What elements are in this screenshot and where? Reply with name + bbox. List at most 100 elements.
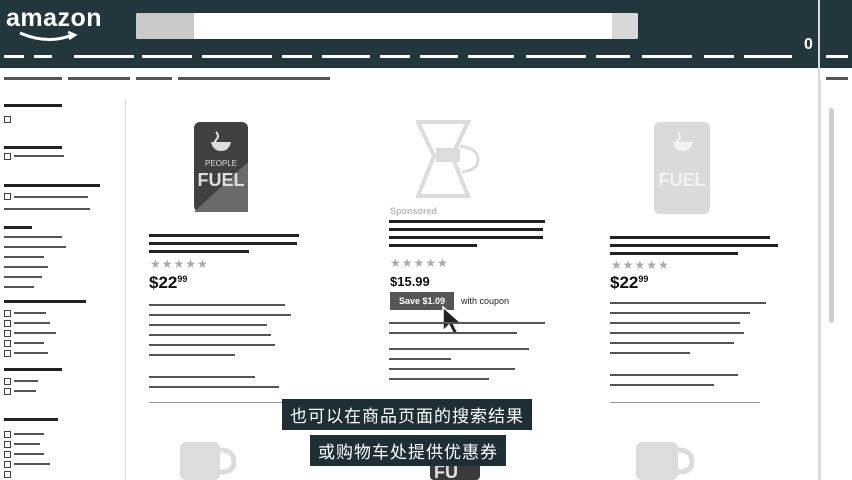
filter-option-label: [14, 352, 48, 354]
filter-option-label: [14, 342, 44, 344]
product-detail-line: [610, 374, 738, 376]
filter-option-label: [14, 433, 44, 435]
product-detail-line: [610, 352, 690, 354]
product-detail-line: [610, 312, 750, 314]
filter-heading: [4, 368, 62, 371]
people-fuel-bag-image[interactable]: PEOPLE FUEL: [194, 122, 248, 212]
subtitle-line-1: 也可以在商品页面的搜索结果: [282, 399, 532, 430]
product-title-line[interactable]: [389, 220, 545, 223]
filter-checkbox[interactable]: [4, 378, 11, 385]
filter-checkbox[interactable]: [4, 153, 11, 160]
card-separator: [610, 402, 760, 403]
nav-item[interactable]: [142, 55, 192, 58]
filter-option-label: [4, 286, 34, 288]
subnav-item[interactable]: [68, 77, 130, 80]
subnav-item[interactable]: [4, 77, 62, 80]
filter-checkbox[interactable]: [4, 340, 11, 347]
nav-item[interactable]: [322, 55, 370, 58]
page: amazon 0 PEOPLE FUEL ★★★★★ $2299 Sponsor…: [0, 0, 852, 480]
product-detail-line: [389, 348, 529, 350]
filter-heading: [4, 300, 86, 303]
product-title-line[interactable]: [610, 236, 770, 239]
filter-option-label: [4, 208, 90, 210]
filter-heading: [4, 146, 62, 149]
filter-option-label: [14, 196, 88, 198]
mug-image[interactable]: [630, 436, 694, 480]
filter-checkbox[interactable]: [4, 388, 11, 395]
product-image-label: PEOPLE: [205, 159, 237, 168]
card-separator: [149, 402, 289, 403]
product-title-line[interactable]: [389, 244, 477, 247]
product-price: $15.99: [390, 274, 430, 289]
filter-option-label: [4, 236, 62, 238]
product-detail-line: [389, 358, 451, 360]
product-title-line[interactable]: [149, 242, 297, 245]
subnav-item[interactable]: [178, 77, 330, 80]
nav-item[interactable]: [826, 55, 848, 58]
filter-checkbox[interactable]: [4, 431, 11, 438]
coupon-label: with coupon: [461, 296, 510, 306]
product-image-label: FUEL: [659, 170, 706, 190]
rating-stars[interactable]: ★★★★★: [150, 257, 209, 271]
search-button[interactable]: [612, 13, 638, 39]
scrollbar-thumb[interactable]: [829, 108, 834, 323]
product-title-line[interactable]: [610, 252, 738, 255]
filter-checkbox[interactable]: [4, 193, 11, 200]
pour-over-coffee-maker-image[interactable]: [416, 120, 486, 200]
nav-item[interactable]: [420, 55, 458, 58]
nav-item[interactable]: [74, 55, 134, 58]
nav-item[interactable]: [380, 55, 410, 58]
filter-option-label: [14, 312, 46, 314]
subnav-item[interactable]: [136, 77, 172, 80]
product-detail-line: [149, 324, 267, 326]
nav-item[interactable]: [202, 55, 272, 58]
filter-option-label: [4, 256, 44, 258]
nav-item[interactable]: [704, 55, 734, 58]
price-dollars: $22: [149, 273, 178, 292]
product-detail-line: [389, 332, 517, 334]
filter-checkbox[interactable]: [4, 461, 11, 468]
filter-checkbox[interactable]: [4, 330, 11, 337]
nav-item[interactable]: [468, 55, 514, 58]
filter-option-label: [14, 155, 64, 157]
nav-item[interactable]: [596, 55, 630, 58]
filter-option-label: [14, 390, 36, 392]
filter-checkbox[interactable]: [4, 116, 11, 123]
search-category-dropdown[interactable]: [136, 13, 194, 39]
subnav-item[interactable]: [826, 77, 848, 80]
nav-item[interactable]: [744, 55, 792, 58]
amazon-logo[interactable]: amazon: [6, 4, 102, 33]
search-bar[interactable]: [136, 13, 638, 39]
rating-stars[interactable]: ★★★★★: [611, 258, 670, 272]
menu-icon[interactable]: [4, 55, 24, 58]
product-title-line[interactable]: [389, 228, 543, 231]
filter-checkbox[interactable]: [4, 310, 11, 317]
mug-image[interactable]: [176, 436, 236, 480]
sidebar-divider: [125, 100, 126, 480]
product-detail-line: [149, 314, 291, 316]
fuel-bag-image[interactable]: FUEL: [654, 122, 710, 214]
filter-checkbox[interactable]: [4, 451, 11, 458]
cart-count[interactable]: 0: [804, 36, 813, 54]
product-detail-line: [610, 302, 766, 304]
rating-stars[interactable]: ★★★★★: [390, 256, 449, 270]
product-title-line[interactable]: [610, 244, 778, 247]
product-title-line[interactable]: [149, 234, 299, 237]
filter-option-label: [14, 332, 56, 334]
nav-item[interactable]: [526, 55, 586, 58]
filter-checkbox[interactable]: [4, 350, 11, 357]
product-price: $2299: [149, 273, 187, 293]
product-title-line[interactable]: [389, 236, 543, 239]
product-detail-line: [389, 322, 545, 324]
filter-heading: [4, 226, 32, 229]
sponsored-label: Sponsored: [390, 206, 438, 216]
nav-item[interactable]: [642, 55, 692, 58]
filter-option-label: [4, 266, 48, 268]
filter-checkbox[interactable]: [4, 320, 11, 327]
top-header: amazon 0: [0, 0, 852, 68]
nav-item[interactable]: [282, 55, 312, 58]
filter-checkbox[interactable]: [4, 471, 11, 478]
nav-item[interactable]: [34, 55, 52, 58]
filter-checkbox[interactable]: [4, 441, 11, 448]
product-title-line[interactable]: [149, 250, 249, 253]
